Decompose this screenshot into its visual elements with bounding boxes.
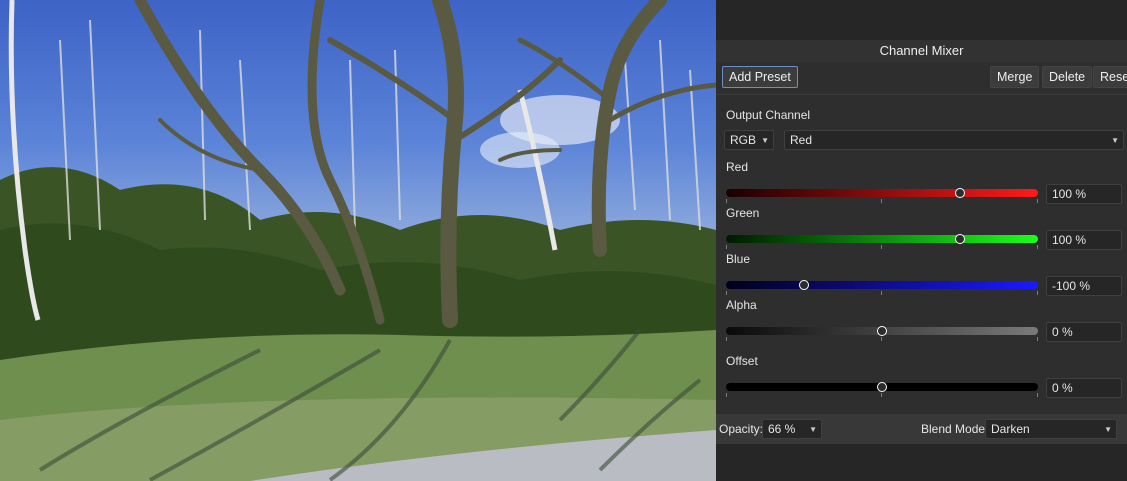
- green-value-field[interactable]: 100 %: [1046, 230, 1122, 250]
- blue-slider-label: Blue: [726, 252, 751, 266]
- channel-dropdown[interactable]: Red ▼: [784, 130, 1124, 150]
- red-slider-label: Red: [726, 160, 749, 174]
- blend-mode-label: Blend Mode:: [921, 422, 989, 436]
- color-space-dropdown[interactable]: RGB ▼: [724, 130, 774, 150]
- chevron-down-icon: ▼: [761, 136, 769, 145]
- color-space-value: RGB: [730, 133, 757, 147]
- opacity-dropdown[interactable]: 66 % ▼: [762, 419, 822, 439]
- red-slider-knob[interactable]: [955, 188, 965, 198]
- alpha-slider-label: Alpha: [726, 298, 757, 312]
- channel-mixer-panel: Channel Mixer Add Preset Merge Delete Re…: [716, 0, 1127, 481]
- add-preset-button[interactable]: Add Preset: [722, 66, 798, 88]
- blue-slider-ticks: [726, 291, 1038, 295]
- blue-slider-knob[interactable]: [799, 280, 809, 290]
- green-slider-knob[interactable]: [955, 234, 965, 244]
- blend-mode-dropdown[interactable]: Darken ▼: [985, 419, 1117, 439]
- channel-value: Red: [790, 133, 813, 147]
- alpha-value-field[interactable]: 0 %: [1046, 322, 1122, 342]
- green-slider-label: Green: [726, 206, 760, 220]
- alpha-slider-knob[interactable]: [877, 326, 887, 336]
- panel-top-area: [716, 0, 1127, 40]
- merge-button[interactable]: Merge: [990, 66, 1040, 88]
- chevron-down-icon: ▼: [1104, 425, 1112, 434]
- offset-slider-ticks: [726, 393, 1038, 397]
- delete-button[interactable]: Delete: [1042, 66, 1093, 88]
- offset-slider-knob[interactable]: [877, 382, 887, 392]
- red-value-field[interactable]: 100 %: [1046, 184, 1122, 204]
- divider: [716, 94, 1127, 95]
- red-slider-ticks: [726, 199, 1038, 203]
- chevron-down-icon: ▼: [1111, 136, 1119, 145]
- panel-footer: Opacity: 66 % ▼ Blend Mode: Darken ▼: [716, 414, 1127, 444]
- offset-slider-label: Offset: [726, 354, 758, 368]
- blue-value-field[interactable]: -100 %: [1046, 276, 1122, 296]
- photo-canvas[interactable]: [0, 0, 716, 481]
- alpha-slider-ticks: [726, 337, 1038, 341]
- reset-button[interactable]: Reset: [1093, 66, 1127, 88]
- opacity-label: Opacity:: [719, 422, 764, 436]
- green-slider-ticks: [726, 245, 1038, 249]
- green-slider-track[interactable]: [726, 235, 1038, 243]
- output-channel-label: Output Channel: [726, 108, 811, 122]
- panel-title: Channel Mixer: [716, 40, 1127, 62]
- blend-mode-value: Darken: [991, 422, 1030, 436]
- blue-slider-track[interactable]: [726, 281, 1038, 289]
- panel-bottom-area: [716, 444, 1127, 481]
- offset-value-field[interactable]: 0 %: [1046, 378, 1122, 398]
- chevron-down-icon: ▼: [809, 425, 817, 434]
- opacity-value: 66 %: [768, 422, 796, 436]
- red-slider-track[interactable]: [726, 189, 1038, 197]
- forest-photo: [0, 0, 716, 481]
